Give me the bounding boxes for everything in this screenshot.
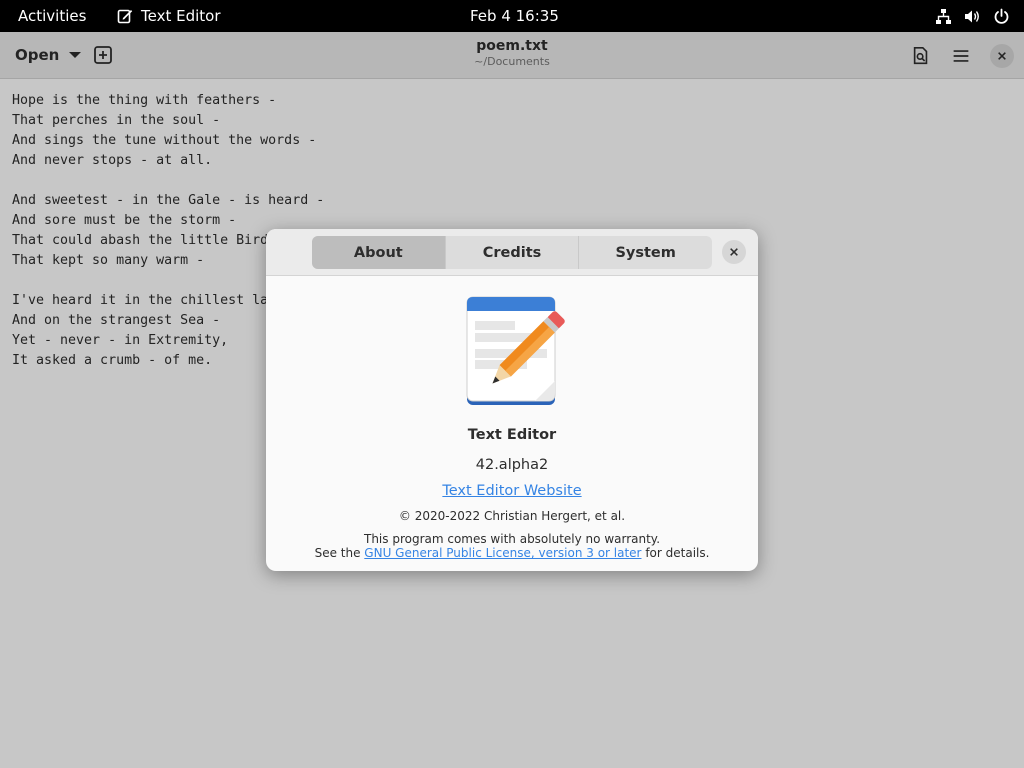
tab-system[interactable]: System — [579, 236, 712, 269]
text-editor-app-icon — [117, 9, 133, 24]
dialog-close-button[interactable] — [722, 240, 746, 264]
top-bar: Activities Text Editor Feb 4 16:35 — [0, 0, 1024, 32]
about-dialog-body: Text Editor 42.alpha2 Text Editor Websit… — [266, 277, 758, 571]
website-link[interactable]: Text Editor Website — [266, 483, 758, 499]
clock[interactable]: Feb 4 16:35 — [470, 7, 559, 25]
close-icon — [730, 248, 738, 256]
app-menu[interactable]: Text Editor — [117, 7, 221, 25]
about-dialog-header: About Credits System — [266, 229, 758, 276]
license-link[interactable]: GNU General Public License, version 3 or… — [364, 546, 641, 560]
network-icon — [936, 9, 951, 24]
license-prefix: See the — [314, 546, 365, 560]
license-text: See the GNU General Public License, vers… — [266, 546, 758, 560]
system-tray[interactable] — [935, 8, 1010, 25]
app-name: Text Editor — [467, 427, 557, 443]
about-tabs: About Credits System — [312, 236, 712, 269]
app-menu-label: Text Editor — [141, 7, 221, 25]
warranty-text: This program comes with absolutely no wa… — [363, 532, 661, 546]
app-version: 42.alpha2 — [475, 457, 549, 473]
tab-about[interactable]: About — [312, 236, 446, 269]
about-dialog: About Credits System Text Editor 42.alph… — [266, 229, 758, 571]
tab-credits[interactable]: Credits — [446, 236, 580, 269]
license-suffix: for details. — [641, 546, 710, 560]
text-editor-logo-icon — [466, 296, 565, 405]
activities-button[interactable]: Activities — [18, 7, 86, 25]
volume-icon — [965, 10, 979, 23]
copyright-text: © 2020-2022 Christian Hergert, et al. — [398, 509, 626, 523]
power-icon — [994, 8, 1009, 24]
